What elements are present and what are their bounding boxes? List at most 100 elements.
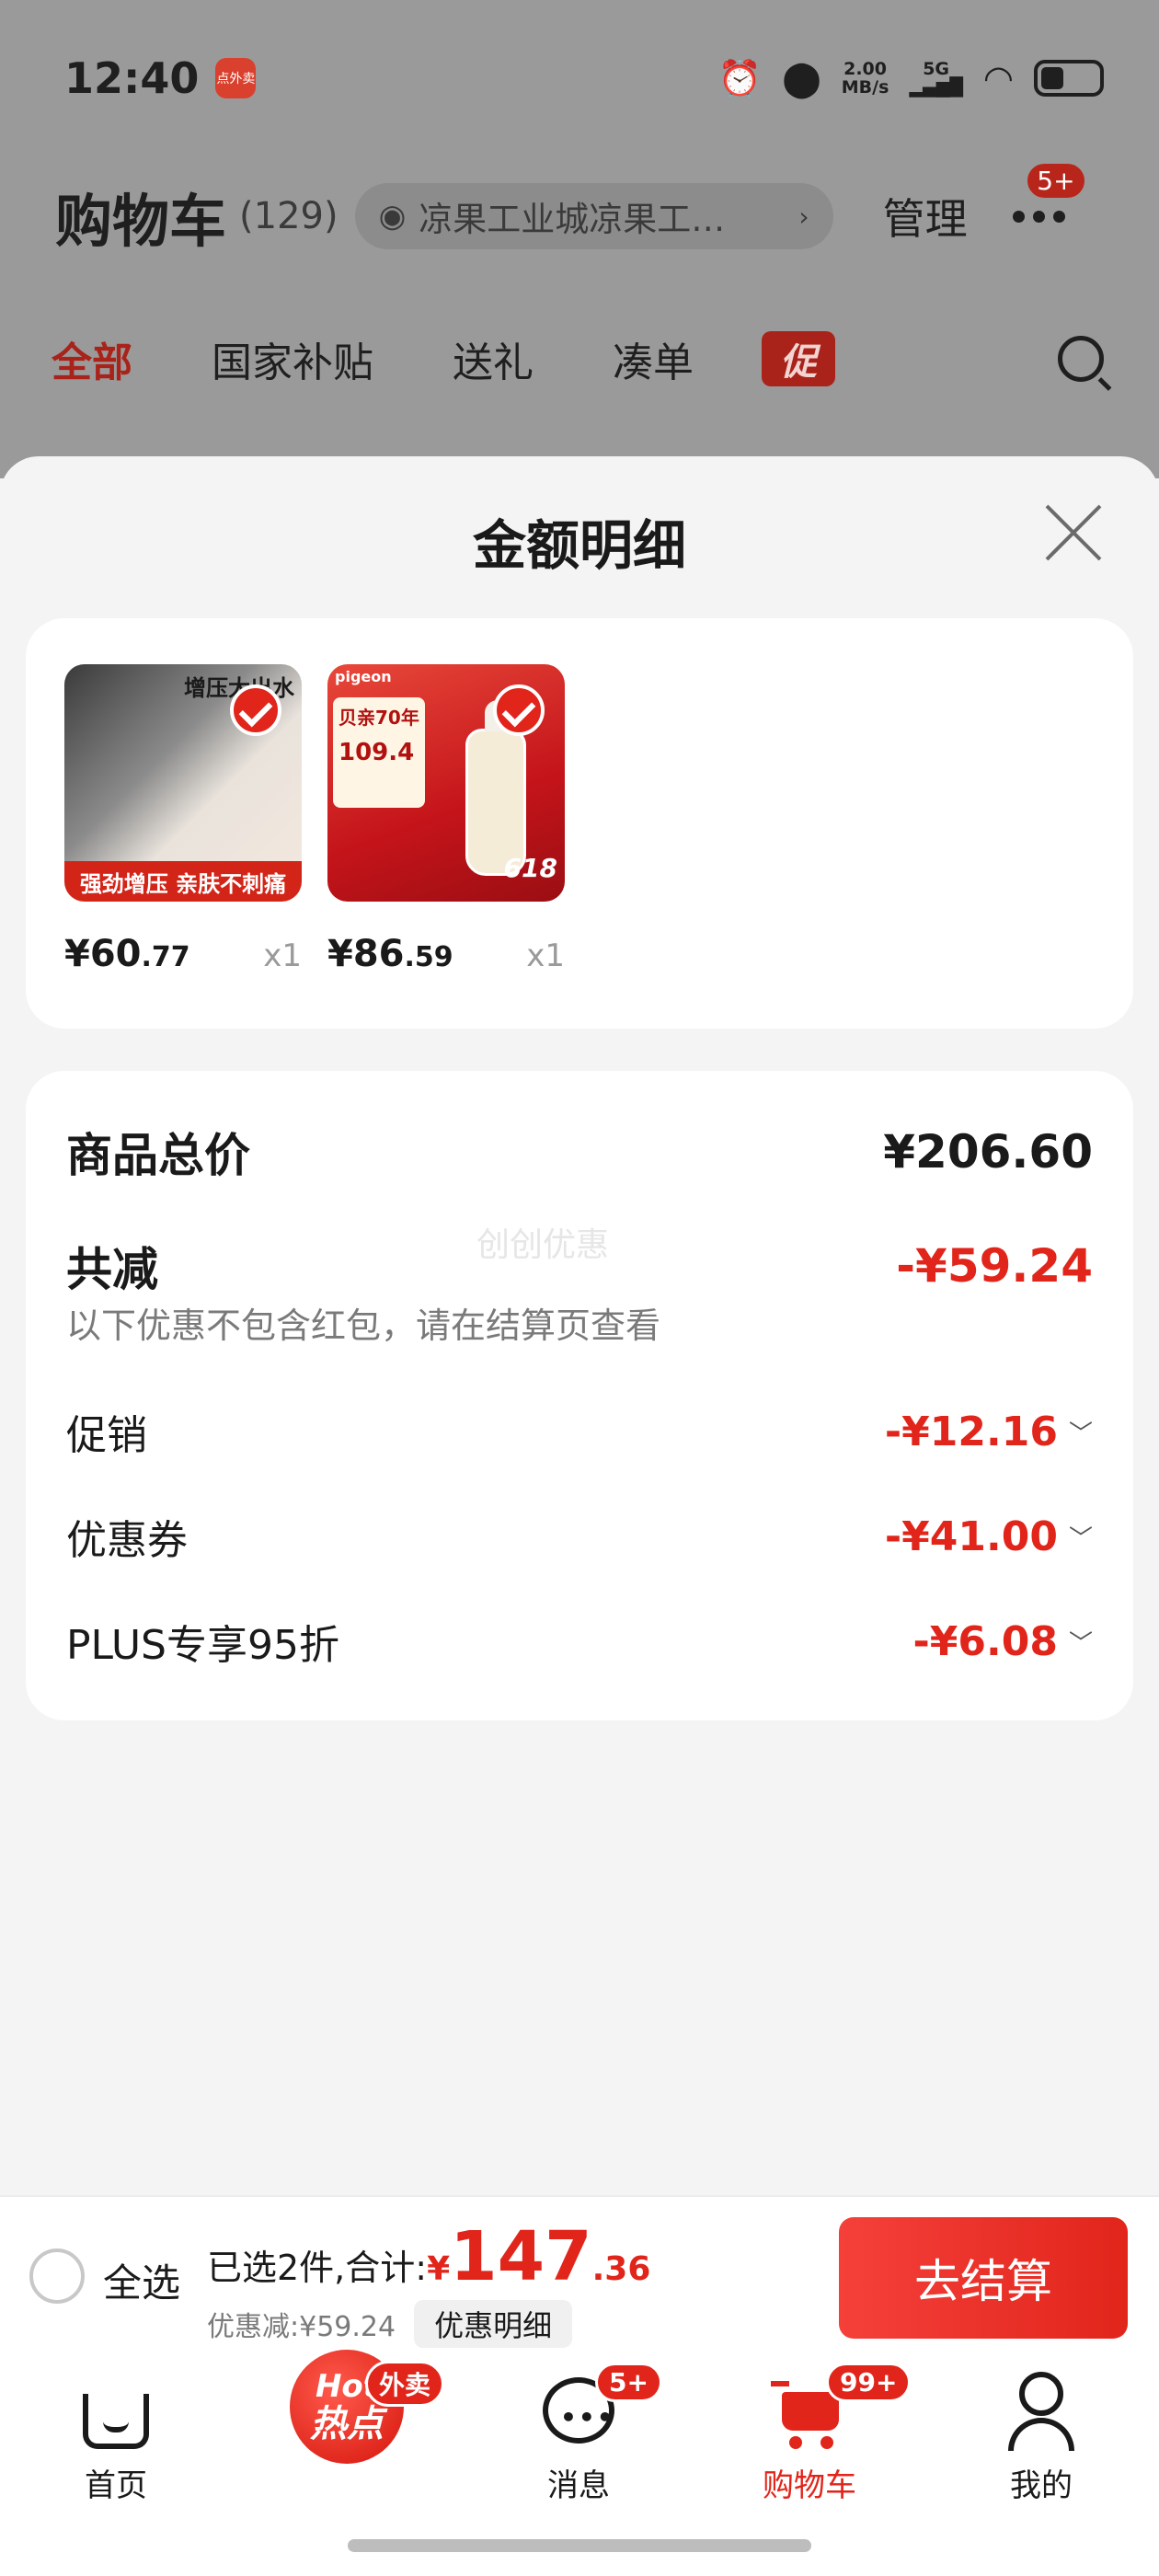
nav-badge-takeout: 外卖 [365,2361,445,2407]
product-price-row: ¥86 .59 x1 [327,933,565,979]
background-page-overlay: 12:40 点外卖 ⏰ ⬤ 2.00 MB/s 5G ▂▄▆█ ◠ 购物车 (1… [0,0,1159,478]
thumb-promo-panel: 贝亲70年 109.4 [333,697,425,808]
cart-body-icon [782,2392,839,2431]
tab-bundle[interactable]: 凑单 [613,329,694,388]
cart-handle-icon [771,2381,789,2386]
chevron-down-icon: ﹀ [1068,1629,1093,1658]
cart-icon: 99+ [771,2363,912,2449]
address-text: 凉果工业城凉果工… [419,200,726,239]
checkout-bar: 全选 已选2件,合计: ¥ 147 .36 优惠减:¥59.24 优惠明细 去结… [0,2195,1159,2357]
network-speed-value: 2.00 [843,59,887,79]
more-dot-icon [1033,210,1046,223]
product-price-dec: .77 [141,941,190,973]
signal-icon: 5G ▂▄▆█ [909,60,962,97]
nav-item-me[interactable]: 我的 [949,2372,1133,2505]
close-icon[interactable] [1041,500,1106,565]
search-icon[interactable] [1058,336,1104,382]
status-time: 12:40 [64,53,200,103]
manage-button[interactable]: 管理 [883,186,968,247]
discount-row-plus[interactable]: PLUS专享95折 -¥6.08 ﹀ [66,1612,1093,1671]
tab-gift[interactable]: 送礼 [453,329,534,388]
checkout-button[interactable]: 去结算 [839,2217,1128,2339]
thumb-brand-logo: pigeon [335,668,392,685]
eye-icon: ◉ [378,198,407,235]
selected-check-icon [493,684,545,736]
thumb-price: 109.4 [339,739,415,766]
total-amount-dec: .36 [591,2250,651,2288]
alarm-icon: ⏰ [717,57,763,98]
total-currency: ¥ [427,2250,451,2288]
product-price-dec: .59 [404,941,453,973]
network-speed-unit: MB/s [841,77,889,98]
nav-label: 消息 [547,2467,610,2504]
status-icons: ⏰ ⬤ 2.00 MB/s 5G ▂▄▆█ ◠ [718,58,1104,99]
wifi-icon: ◠ [982,58,1014,98]
chevron-down-icon: ﹀ [1068,1524,1093,1553]
tab-promotion[interactable]: 促 [762,331,835,386]
chevron-right-icon: › [798,201,809,232]
user-head-icon [1019,2372,1063,2416]
location-icon: ⬤ [782,58,821,98]
nav-label: 我的 [1010,2467,1073,2504]
tab-national-subsidy[interactable]: 国家补贴 [212,329,373,388]
chevron-down-icon: ﹀ [1068,1420,1093,1448]
user-icon [1003,2372,1080,2451]
nav-badge-messages: 5+ [595,2363,662,2402]
nav-badge-cart: 99+ [826,2363,912,2402]
product-item[interactable]: 增压大出水 强劲增压 亲肤不刺痛 ¥60 .77 x1 [64,664,302,975]
discount-detail-button[interactable]: 优惠明细 [414,2300,573,2348]
tab-all[interactable]: 全部 [52,329,132,388]
address-selector[interactable]: ◉ 凉果工业城凉果工… › [354,183,833,249]
goods-total-label: 商品总价 [66,1129,250,1182]
more-menu-button[interactable]: 5+ [1003,161,1087,244]
discount-row-promotion[interactable]: 促销 -¥12.16 ﹀ [66,1402,1093,1461]
cart-title: 购物车 [55,188,227,255]
hot-icon-label: 热点 [310,2403,384,2445]
discount-row-coupon[interactable]: 优惠券 -¥41.00 ﹀ [66,1507,1093,1566]
product-price-int: ¥60 [64,933,142,975]
thumb-headline: 贝亲70年 [339,707,419,729]
price-summary-card: 商品总价 ¥206.60 创创优惠 共减 -¥59.24 以下优惠不包含红包，请… [26,1071,1133,1720]
home-indicator[interactable] [348,2539,811,2552]
product-image-shower-head: 增压大出水 强劲增压 亲肤不刺痛 [64,664,302,902]
network-speed: 2.00 MB/s [842,60,889,97]
product-quantity: x1 [526,937,565,974]
more-badge: 5+ [1025,161,1087,201]
product-quantity: x1 [263,937,302,974]
more-dot-icon [1053,210,1066,223]
reduction-label: 共减 [66,1243,158,1296]
cart-wheel-icon [789,2436,802,2449]
user-body-icon [1008,2418,1074,2451]
message-icon: ••• 5+ [540,2363,662,2449]
cart-wheel-icon [820,2436,833,2449]
nav-item-messages[interactable]: ••• 5+ 消息 [487,2363,671,2505]
reduction-note: 以下优惠不包含红包，请在结算页查看 [66,1305,661,1346]
product-item[interactable]: pigeon 贝亲70年 109.4 618 ¥86 .59 x1 [327,664,565,975]
filter-tabs: 全部 国家补贴 送礼 凑单 促 [52,317,1104,400]
cart-count: (129) [239,195,339,237]
nav-item-cart[interactable]: 99+ 购物车 [717,2363,912,2505]
product-price-int: ¥86 [327,933,405,975]
product-price-row: ¥60 .77 x1 [64,933,302,979]
nav-item-home[interactable]: 首页 [24,2372,208,2505]
home-icon [77,2372,155,2449]
signal-type: 5G [923,59,950,79]
chat-dots-icon: ••• [560,2402,615,2432]
discount-value: -¥6.08 [912,1617,1058,1665]
select-all-label[interactable]: 全选 [103,2252,180,2308]
battery-icon [1034,60,1104,97]
discount-total-text: 优惠减:¥59.24 [207,2311,396,2343]
discount-line: 优惠减:¥59.24 优惠明细 [207,2300,573,2348]
select-all-radio[interactable] [29,2248,85,2304]
sheet-title: 金额明细 [472,514,686,577]
delivery-app-icon: 点外卖 [215,58,257,98]
goods-total-value: ¥206.60 [883,1125,1093,1179]
discount-label: PLUS专享95折 [66,1622,339,1669]
nav-item-hot[interactable]: Hot 热点 外卖 [255,2350,445,2464]
signal-bars-icon: ▂▄▆█ [909,77,963,98]
total-amount-int: 147 [450,2217,592,2296]
selected-count-text: 已选2件,合计: [207,2248,428,2288]
nav-label: 购物车 [763,2467,856,2504]
reduction-value: -¥59.24 [896,1239,1093,1293]
reduction-row: 共减 -¥59.24 [66,1233,1093,1299]
